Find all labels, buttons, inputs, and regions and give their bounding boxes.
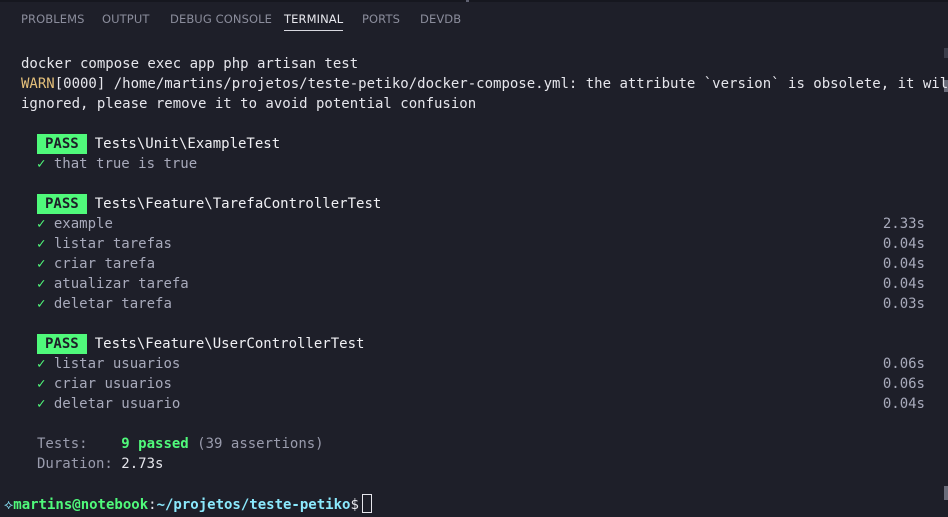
test-name: criar tarefa — [53, 256, 156, 272]
test-name: criar usuarios — [53, 376, 172, 392]
passed-count: 9 passed — [121, 436, 189, 452]
suite-name: Tests\Feature\UserControllerTest — [94, 336, 365, 352]
test-duration: 0.06s — [882, 376, 925, 392]
test-row: ✓ criar tarefa — [37, 254, 155, 274]
tests-label: Tests: — [37, 436, 88, 452]
terminal-cursor[interactable] — [361, 494, 372, 513]
scroll-marker-top — [944, 48, 948, 58]
tab-terminal[interactable]: TERMINAL — [284, 12, 344, 31]
summary-tests: Tests: 9 passed (39 assertions) — [37, 434, 324, 454]
test-name: listar tarefas — [53, 236, 172, 252]
test-duration: 0.04s — [882, 256, 925, 272]
shell-prompt[interactable]: ⟡martins@notebook:~/projetos/teste-petik… — [4, 494, 372, 514]
check-icon: ✓ — [37, 296, 46, 312]
test-row: ✓ atualizar tarefa — [37, 274, 189, 294]
test-duration: 0.04s — [882, 236, 925, 252]
test-name: that true is true — [53, 156, 198, 172]
pass-badge: PASS — [37, 334, 87, 354]
test-row: ✓ example — [37, 214, 113, 234]
check-icon: ✓ — [37, 396, 46, 412]
test-duration: 2.33s — [882, 216, 925, 232]
test-duration: 0.06s — [882, 356, 925, 372]
tab-problems[interactable]: PROBLEMS — [21, 12, 85, 26]
test-duration: 0.03s — [882, 296, 925, 312]
tab-devdb[interactable]: DEVDB — [420, 12, 461, 26]
warning-line-2: ignored, please remove it to avoid poten… — [21, 94, 476, 114]
test-name: atualizar tarefa — [53, 276, 189, 292]
test-name: deletar tarefa — [53, 296, 172, 312]
terminal-scrollbar[interactable] — [940, 38, 948, 505]
command-text: docker compose exec app php artisan test — [21, 56, 359, 72]
tab-output[interactable]: OUTPUT — [102, 12, 149, 26]
test-row: ✓ listar usuarios — [37, 354, 180, 374]
check-icon: ✓ — [37, 256, 46, 272]
test-name: example — [53, 216, 113, 232]
test-duration: 0.04s — [882, 276, 925, 292]
test-row: ✓ listar tarefas — [37, 234, 172, 254]
assertions-count: (39 assertions) — [197, 436, 324, 452]
suite-header: PASS Tests\Unit\ExampleTest — [37, 134, 280, 154]
panel-tabs: PROBLEMS OUTPUT DEBUG CONSOLE TERMINAL P… — [0, 0, 948, 38]
prompt-user-host: martins@notebook — [13, 497, 149, 513]
test-row: ✓ criar usuarios — [37, 374, 172, 394]
test-row: ✓ deletar usuario — [37, 394, 180, 414]
suite-name: Tests\Feature\TarefaControllerTest — [94, 196, 382, 212]
check-icon: ✓ — [37, 356, 46, 372]
test-duration: 0.04s — [882, 396, 925, 412]
test-name: deletar usuario — [53, 396, 181, 412]
check-icon: ✓ — [37, 276, 46, 292]
prompt-symbol: $ — [350, 497, 359, 513]
tab-debug-console[interactable]: DEBUG CONSOLE — [170, 12, 272, 26]
warn-text-cont: ignored, please remove it to avoid poten… — [21, 96, 477, 112]
scroll-thumb-bottom[interactable] — [944, 486, 948, 500]
pass-badge: PASS — [37, 134, 87, 154]
warning-line-1: WARN[0000] /home/martins/projetos/teste-… — [21, 74, 948, 94]
prompt-separator: : — [148, 497, 157, 513]
tab-ports[interactable]: PORTS — [362, 12, 400, 26]
test-row: ✓ that true is true — [37, 154, 197, 174]
duration-value: 2.73s — [121, 456, 164, 472]
prompt-icon: ⟡ — [4, 497, 14, 513]
summary-duration: Duration: 2.73s — [37, 454, 163, 474]
suite-header: PASS Tests\Feature\TarefaControllerTest — [37, 194, 381, 214]
test-row: ✓ deletar tarefa — [37, 294, 172, 314]
check-icon: ✓ — [37, 236, 46, 252]
suite-header: PASS Tests\Feature\UserControllerTest — [37, 334, 364, 354]
command-line: docker compose exec app php artisan test — [21, 54, 358, 74]
warn-prefix: WARN — [21, 76, 55, 92]
test-name: listar usuarios — [53, 356, 181, 372]
pass-badge: PASS — [37, 194, 87, 214]
check-icon: ✓ — [37, 216, 46, 232]
warn-text: [0000] /home/martins/projetos/teste-peti… — [54, 76, 948, 92]
terminal-panel: PROBLEMS OUTPUT DEBUG CONSOLE TERMINAL P… — [0, 0, 948, 517]
prompt-path: ~/projetos/teste-petiko — [156, 497, 351, 513]
suite-name: Tests\Unit\ExampleTest — [94, 136, 281, 152]
check-icon: ✓ — [37, 376, 46, 392]
duration-label: Duration: — [37, 456, 113, 472]
check-icon: ✓ — [37, 156, 46, 172]
